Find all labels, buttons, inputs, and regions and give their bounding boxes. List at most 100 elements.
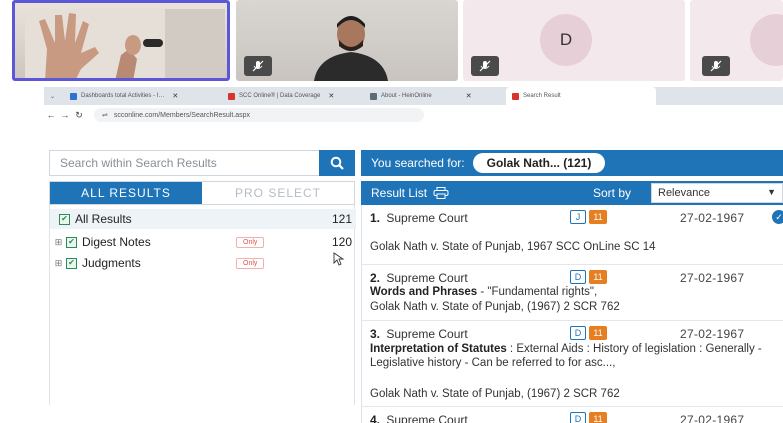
only-filter-button[interactable]: Only — [236, 257, 265, 269]
browser-tab-bar: ⌄ Dashboards total Activities - I… ✕ SCC… — [44, 87, 783, 105]
close-tab-icon[interactable]: ✕ — [328, 92, 334, 100]
expand-plus-icon[interactable]: ⊞ — [54, 237, 63, 248]
only-filter-button[interactable]: Only — [236, 236, 265, 248]
checkbox-checked-icon[interactable]: ✔ — [66, 236, 77, 248]
result-count: 121 — [331, 212, 352, 226]
checkbox-checked-icon[interactable]: ✔ — [66, 257, 77, 269]
result-headnote: Words and Phrases - "Fundamental rights"… — [370, 286, 597, 298]
result-filter-tabs: ALL RESULTS PRO SELECT — [49, 181, 355, 205]
url-field[interactable]: ⇌ scconline.com/Members/SearchResult.asp… — [94, 108, 424, 122]
result-date: 27-02-1967 — [680, 211, 745, 225]
tab-favicon-icon — [228, 92, 235, 100]
chevron-down-icon: ▼ — [767, 187, 776, 197]
participant-tile-active[interactable] — [12, 0, 230, 81]
avatar: D — [540, 14, 592, 66]
participant-video — [314, 16, 388, 81]
document-type-badge[interactable]: D — [570, 326, 586, 340]
tab-favicon-icon — [370, 92, 377, 100]
searched-for-label: You searched for: — [371, 156, 465, 170]
result-heading[interactable]: 2. Supreme Court — [370, 271, 468, 285]
checkbox-checked-icon[interactable]: ✔ — [59, 213, 70, 225]
browser-address-bar: ← → ↻ ⇌ scconline.com/Members/SearchResu… — [44, 105, 783, 125]
search-within-input[interactable] — [49, 150, 319, 176]
document-type-badge[interactable]: D — [570, 270, 586, 284]
citation-count-badge[interactable]: 11 — [589, 412, 607, 423]
result-badges: J 11 — [570, 210, 607, 224]
result-filter-tree: ✔ All Results 121 ⊞ ✔ Digest Notes Only … — [49, 205, 356, 405]
raised-hand-video — [25, 9, 225, 78]
result-number: 2. — [370, 271, 381, 285]
result-heading[interactable]: 3. Supreme Court — [370, 327, 468, 341]
result-citation[interactable]: Golak Nath v. State of Punjab, (1967) 2 … — [370, 388, 620, 400]
sort-select[interactable]: Relevance ▼ — [651, 183, 783, 203]
result-number: 3. — [370, 327, 381, 341]
result-court: Supreme Court — [386, 327, 468, 341]
tab-title: Search Result — [523, 93, 561, 99]
close-tab-icon[interactable]: ✕ — [172, 92, 178, 100]
tab-list-button[interactable]: ⌄ — [44, 87, 64, 105]
url-text: scconline.com/Members/SearchResult.aspx — [113, 111, 251, 119]
result-badges: D 11 — [570, 270, 607, 284]
result-list: 1. Supreme Court J 11 27-02-1967 ✓ Golak… — [361, 205, 783, 423]
site-info-icon[interactable]: ⇌ — [102, 111, 108, 119]
tab-title: Dashboards total Activities - I… — [81, 93, 165, 99]
participant-tile[interactable]: D — [463, 0, 685, 81]
mic-muted-icon — [471, 56, 499, 76]
document-type-badge[interactable]: D — [570, 412, 586, 423]
result-badges: D 11 — [570, 326, 607, 340]
result-citation[interactable]: Golak Nath v. State of Punjab, (1967) 2 … — [370, 301, 620, 313]
search-query-pill: Golak Nath... (121) — [472, 153, 606, 173]
result-list-toolbar: Result List Sort by Relevance ▼ — [361, 181, 783, 205]
document-type-badge[interactable]: J — [570, 210, 586, 224]
result-item[interactable]: 1. Supreme Court J 11 27-02-1967 ✓ Golak… — [362, 205, 783, 265]
search-query-bar: You searched for: Golak Nath... (121) — [361, 150, 783, 176]
mic-muted-icon — [702, 56, 730, 76]
result-heading[interactable]: 4. Supreme Court — [370, 413, 468, 423]
result-number: 4. — [370, 413, 381, 423]
tree-item-digest-notes[interactable]: ⊞ ✔ Digest Notes Only 120 — [50, 232, 356, 252]
search-button[interactable] — [319, 150, 355, 176]
result-heading[interactable]: 1. Supreme Court — [370, 211, 468, 225]
headnote-text: - "Fundamental rights", — [477, 286, 598, 298]
result-date: 27-02-1967 — [680, 327, 745, 341]
result-badges: D 11 — [570, 412, 607, 423]
tree-item-all-results[interactable]: ✔ All Results 121 — [50, 209, 356, 229]
forward-arrow-icon[interactable]: → — [58, 110, 72, 120]
tree-item-judgments[interactable]: ⊞ ✔ Judgments Only — [50, 253, 356, 273]
tab-title: About - HeinOnline — [381, 93, 432, 99]
tab-title: SCC Online® | Data Coverage — [239, 93, 321, 99]
tree-item-label: Digest Notes — [82, 235, 151, 249]
browser-tab[interactable]: SCC Online® | Data Coverage ✕ — [222, 87, 364, 105]
tab-all-results[interactable]: ALL RESULTS — [50, 182, 202, 204]
headnote-topic: Interpretation of Statutes — [370, 343, 507, 355]
tree-item-label: Judgments — [82, 256, 141, 270]
result-item[interactable]: 3. Supreme Court D 11 27-02-1967 Interpr… — [362, 321, 783, 407]
result-number: 1. — [370, 211, 381, 225]
browser-tab-active[interactable]: Search Result — [506, 87, 656, 105]
participant-tile[interactable] — [690, 0, 783, 81]
sort-by-label: Sort by — [593, 186, 632, 200]
back-arrow-icon[interactable]: ← — [44, 110, 58, 120]
result-item[interactable]: 2. Supreme Court D 11 27-02-1967 Words a… — [362, 265, 783, 321]
sort-select-value: Relevance — [658, 187, 710, 199]
search-icon — [330, 156, 344, 170]
citation-count-badge[interactable]: 11 — [589, 270, 607, 284]
reload-icon[interactable]: ↻ — [72, 110, 86, 121]
result-item[interactable]: 4. Supreme Court D 11 27-02-1967 — [362, 407, 783, 423]
browser-tab[interactable]: About - HeinOnline ✕ — [364, 87, 506, 105]
close-tab-icon[interactable]: ✕ — [466, 92, 472, 100]
browser-tab[interactable]: Dashboards total Activities - I… ✕ — [64, 87, 222, 105]
video-call-strip: D — [0, 0, 783, 87]
citation-count-badge[interactable]: 11 — [589, 326, 607, 340]
search-within-results — [49, 150, 355, 176]
expand-plus-icon[interactable]: ⊞ — [54, 258, 63, 269]
participant-tile[interactable] — [236, 0, 458, 81]
result-citation[interactable]: Golak Nath v. State of Punjab, 1967 SCC … — [370, 241, 656, 253]
citation-count-badge[interactable]: 11 — [589, 210, 607, 224]
tab-favicon-icon — [70, 92, 77, 100]
result-list-label: Result List — [371, 186, 428, 200]
print-icon[interactable] — [433, 187, 449, 199]
mouse-pointer-icon — [333, 252, 345, 266]
tab-pro-select[interactable]: PRO SELECT — [202, 182, 354, 204]
result-court: Supreme Court — [386, 271, 468, 285]
